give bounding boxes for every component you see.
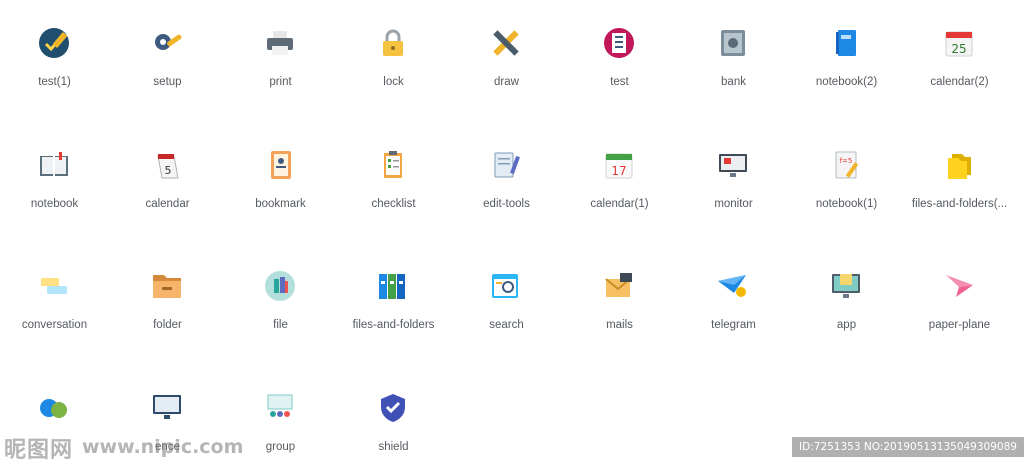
presentation-monitor-icon	[150, 391, 184, 425]
svg-text:f=5: f=5	[840, 157, 853, 165]
shield-check-icon	[376, 391, 410, 425]
icon-tile-test[interactable]: test	[563, 0, 676, 88]
binders-icon	[376, 269, 410, 303]
icon-label: files-and-folders(...	[911, 198, 1008, 210]
envelope-icon	[602, 269, 636, 303]
safe-icon	[716, 26, 750, 60]
icon-label: telegram	[711, 319, 756, 331]
icon-tile-calendar[interactable]: 5 calendar	[111, 122, 224, 210]
icon-label: notebook(2)	[815, 76, 878, 88]
app-monitor-icon	[829, 269, 863, 303]
icon-tile-monitor[interactable]: monitor	[677, 122, 790, 210]
group-board-icon	[263, 391, 297, 425]
monitor-icon	[716, 148, 750, 182]
icon-tile-conversation[interactable]: conversation	[0, 243, 111, 331]
icon-label: paper-plane	[928, 319, 991, 331]
icon-tile-mails[interactable]: mails	[563, 243, 676, 331]
pencil-ruler-icon	[489, 26, 523, 60]
icon-grid: test(1) setup print lock draw test bank …	[0, 0, 1024, 467]
icon-tile-bank[interactable]: bank	[677, 0, 790, 88]
icon-label: test(1)	[38, 76, 71, 88]
icon-label: shield	[378, 441, 409, 453]
icon-label: folder	[153, 319, 182, 331]
paper-plane-icon	[942, 269, 976, 303]
icon-label: app	[836, 319, 857, 331]
svg-text:5: 5	[165, 164, 172, 177]
icon-label: notebook	[30, 198, 79, 210]
icon-tile-files-and-folders-2[interactable]: files-and-folders(...	[903, 122, 1016, 210]
icon-tile-edit-tools[interactable]: edit-tools	[450, 122, 563, 210]
icon-tile-telegram[interactable]: telegram	[677, 243, 790, 331]
icon-label: files-and-folders	[352, 319, 435, 331]
icon-tile-setup[interactable]: setup	[111, 0, 224, 88]
open-book-icon	[37, 148, 71, 182]
icon-tile-checklist[interactable]: checklist	[337, 122, 450, 210]
notepad-pencil-icon	[489, 148, 523, 182]
chat-bubbles-blue-green-icon	[37, 391, 71, 425]
clipboard-checklist-icon	[602, 26, 636, 60]
icon-tile-file[interactable]: file	[224, 243, 337, 331]
icon-tile-notebook-1[interactable]: f=5 notebook(1)	[790, 122, 903, 210]
icon-label: notebook(1)	[815, 198, 878, 210]
blue-notebook-icon	[829, 26, 863, 60]
svg-text:25: 25	[951, 42, 966, 56]
icon-tile-bookmark[interactable]: bookmark	[224, 122, 337, 210]
icon-label: monitor	[714, 198, 753, 210]
icon-tile-paper-plane[interactable]: paper-plane	[903, 243, 1016, 331]
icon-label: bookmark	[255, 198, 306, 210]
icon-label: calendar(2)	[930, 76, 989, 88]
icon-label: draw	[494, 76, 519, 88]
icon-label: edit-tools	[483, 198, 530, 210]
calendar-25-icon: 25	[942, 26, 976, 60]
icon-tile-calendar-1[interactable]: 17 calendar(1)	[563, 122, 676, 210]
icon-tile-group[interactable]: group	[224, 365, 337, 453]
telegram-plane-icon	[716, 269, 750, 303]
icon-label: calendar(1)	[590, 198, 649, 210]
icon-tile-app[interactable]: app	[790, 243, 903, 331]
chat-bubbles-icon	[37, 269, 71, 303]
icon-tile-notebook[interactable]: notebook	[0, 122, 111, 210]
icon-label: lock	[383, 76, 404, 88]
icon-label: checklist	[371, 198, 416, 210]
icon-label: conversation	[21, 319, 88, 331]
icon-label: setup	[153, 76, 182, 88]
watermark-id: ID:7251353 NO:20190513135049309089	[792, 437, 1024, 457]
icon-tile-calendar-2[interactable]: 25 calendar(2)	[903, 0, 1016, 88]
yellow-folders-icon	[942, 148, 976, 182]
padlock-icon	[376, 26, 410, 60]
calendar-17-icon: 17	[602, 148, 636, 182]
icon-tile-print[interactable]: print	[224, 0, 337, 88]
icon-tile-lock[interactable]: lock	[337, 0, 450, 88]
printer-icon	[263, 26, 297, 60]
icon-tile-test-1[interactable]: test(1)	[0, 0, 111, 88]
test-badge-icon	[37, 26, 71, 60]
watermark-logo: 昵图网	[4, 437, 74, 463]
checklist-clipboard-icon	[376, 148, 410, 182]
folder-icon	[150, 269, 184, 303]
icon-tile-folder[interactable]: folder	[111, 243, 224, 331]
icon-label: search	[489, 319, 524, 331]
icon-tile-files-and-folders[interactable]: files-and-folders	[337, 243, 450, 331]
icon-label: file	[273, 319, 288, 331]
icon-label: mails	[606, 319, 633, 331]
icon-tile-draw[interactable]: draw	[450, 0, 563, 88]
search-window-icon	[489, 269, 523, 303]
math-notebook-icon: f=5	[829, 148, 863, 182]
gear-wrench-icon	[150, 26, 184, 60]
icon-tile-shield[interactable]: shield	[337, 365, 450, 453]
icon-label: print	[269, 76, 292, 88]
icon-tile-search[interactable]: search	[450, 243, 563, 331]
icon-tile-notebook-2[interactable]: notebook(2)	[790, 0, 903, 88]
icon-tile-conference[interactable]: ence	[111, 365, 224, 453]
desk-calendar-icon: 5	[150, 148, 184, 182]
icon-label: test	[610, 76, 629, 88]
icon-label: calendar	[145, 198, 190, 210]
watermark-url: www.nipic.com	[82, 436, 244, 458]
svg-text:17: 17	[611, 164, 626, 178]
address-book-icon	[263, 148, 297, 182]
icon-label: bank	[721, 76, 746, 88]
files-circle-icon	[263, 269, 297, 303]
